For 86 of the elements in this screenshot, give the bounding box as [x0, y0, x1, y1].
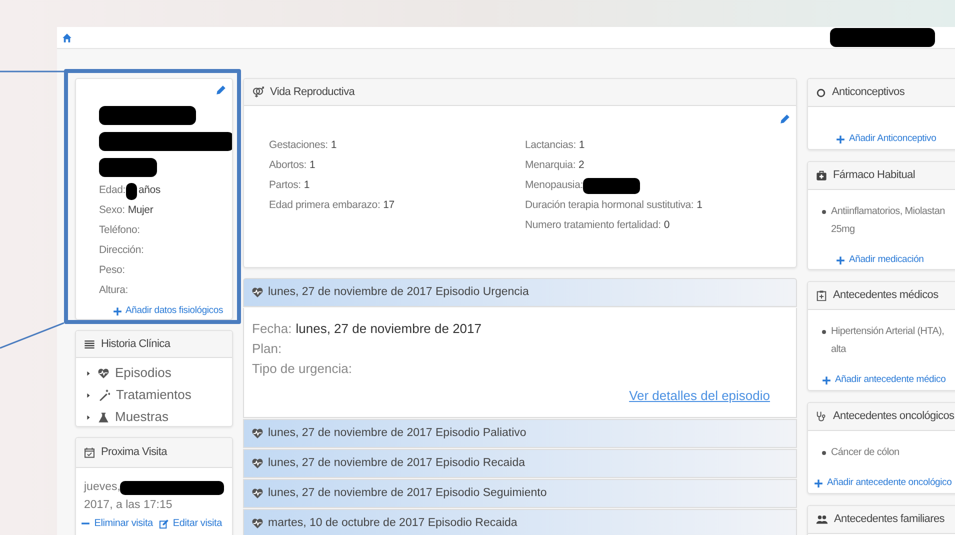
plus-icon — [112, 306, 122, 316]
gender-symbols-icon — [252, 86, 264, 98]
episode-details-link[interactable]: Ver detalles del episodio — [629, 386, 770, 406]
heartbeat-icon — [98, 368, 109, 378]
users-icon — [816, 514, 828, 526]
wand-icon — [98, 389, 110, 401]
stat-value: 2 — [578, 158, 584, 174]
plus-icon — [836, 256, 845, 265]
card-title: Fármaco Habitual — [833, 168, 916, 184]
stat-value: 1 — [304, 178, 310, 194]
episode-header[interactable]: lunes, 27 de noviembre de 2017 Episodio Seguimiento — [243, 479, 797, 508]
add-link[interactable]: Añadir datos fisiológicos — [99, 304, 232, 318]
card-title: Vida Reproductiva — [270, 84, 355, 100]
stat-label: Gestaciones: — [269, 138, 328, 154]
list-item-text: Hipertensión Arterial (HTA), alta — [831, 325, 944, 357]
stethoscope-icon — [816, 411, 827, 422]
list-item-text: Cáncer de cólon — [831, 446, 900, 460]
detail-label: Fecha: — [252, 320, 292, 338]
calendar-check-icon — [84, 447, 95, 458]
stat-label: Abortos: — [269, 158, 307, 174]
field-value: años — [138, 183, 160, 198]
add-link[interactable]: Añadir Anticonceptivo — [822, 132, 955, 146]
stat-label: Numero tratamiento fertalidad: — [525, 218, 661, 234]
heartbeat-icon — [252, 518, 263, 529]
stat-value: 1 — [330, 138, 337, 154]
visit-action-link[interactable]: Editar visita — [158, 516, 222, 531]
card-title: Antecedentes médicos — [833, 288, 938, 304]
plus-icon — [822, 376, 831, 385]
list-icon — [84, 338, 95, 350]
stat-label: Partos: — [269, 178, 301, 194]
flask-icon — [98, 412, 109, 422]
circle-icon — [816, 88, 826, 98]
detail-label: Plan: — [252, 340, 282, 358]
episode-header[interactable]: martes, 10 de octubre de 2017 Episodio Recaida — [243, 509, 797, 535]
card-title: Antecedentes familiares — [834, 512, 944, 528]
tree-item[interactable]: Muestras — [85, 406, 232, 426]
heartbeat-icon — [252, 488, 263, 499]
card-title: Antecedentes oncológicos — [833, 409, 954, 424]
list-item-text: Antiinflamatorios, Miolastan 25mg — [831, 205, 945, 237]
episode-header[interactable]: lunes, 27 de noviembre de 2017 Episodio Paliativo — [243, 419, 797, 448]
visit-action-link[interactable]: Eliminar visita — [81, 516, 153, 531]
add-link[interactable]: Añadir medicación — [822, 253, 955, 268]
heartbeat-icon — [252, 458, 263, 469]
stat-label: Lactancias: — [525, 138, 576, 154]
add-link[interactable]: Añadir antecedente oncológico — [814, 476, 955, 490]
card-title: Historia Clínica — [101, 336, 170, 352]
stat-value: 0 — [664, 218, 670, 234]
stat-label: Menopausia: — [525, 178, 583, 194]
heartbeat-icon — [252, 428, 263, 439]
stat-label: Menarquia: — [525, 158, 576, 174]
bullet-icon — [822, 210, 826, 214]
plus-icon — [814, 478, 823, 488]
bullet-icon — [822, 451, 826, 455]
field-label: Peso: — [99, 263, 125, 278]
stat-value: 1 — [696, 198, 702, 214]
detail-value: lunes, 27 de noviembre de 2017 — [296, 320, 482, 338]
home-icon — [62, 32, 72, 42]
episode-header[interactable]: lunes, 27 de noviembre de 2017 Episodio Urgencia — [243, 278, 797, 307]
field-label: Altura: — [99, 283, 128, 298]
card-title: Anticonceptivos — [832, 85, 905, 100]
visit-date: jueves, — [84, 480, 120, 496]
edit-icon — [158, 518, 169, 528]
visit-time: 2017, a las 17:15 — [84, 498, 174, 513]
field-label: Sexo: — [99, 203, 125, 218]
pencil-icon — [216, 85, 226, 95]
field-value: Mujer — [128, 203, 154, 218]
plus-icon — [836, 134, 845, 144]
stat-label: Edad primera embarazo: — [269, 198, 380, 214]
medkit-icon — [816, 170, 827, 181]
clipboard-icon — [816, 290, 827, 301]
heartbeat-icon — [252, 287, 263, 298]
field-label: Teléfono: — [99, 223, 140, 238]
add-link[interactable]: Añadir antecedente médico — [822, 373, 955, 388]
stat-value: 17 — [383, 198, 394, 214]
card-title: Proxima Visita — [101, 445, 167, 460]
stat-label: Duración terapia hormonal sustitutiva: — [525, 198, 694, 214]
tree-item[interactable]: Tratamientos — [85, 384, 232, 406]
tree-item[interactable]: Episodios — [85, 362, 232, 384]
field-label: Edad: — [99, 183, 126, 198]
episode-header[interactable]: lunes, 27 de noviembre de 2017 Episodio Recaida — [243, 449, 797, 478]
field-label: Dirección: — [99, 243, 144, 258]
bullet-icon — [822, 330, 826, 334]
detail-label: Tipo de urgencia: — [252, 360, 352, 378]
pencil-icon — [780, 114, 790, 124]
stat-value: 1 — [578, 138, 585, 154]
stat-value: 1 — [310, 158, 316, 174]
